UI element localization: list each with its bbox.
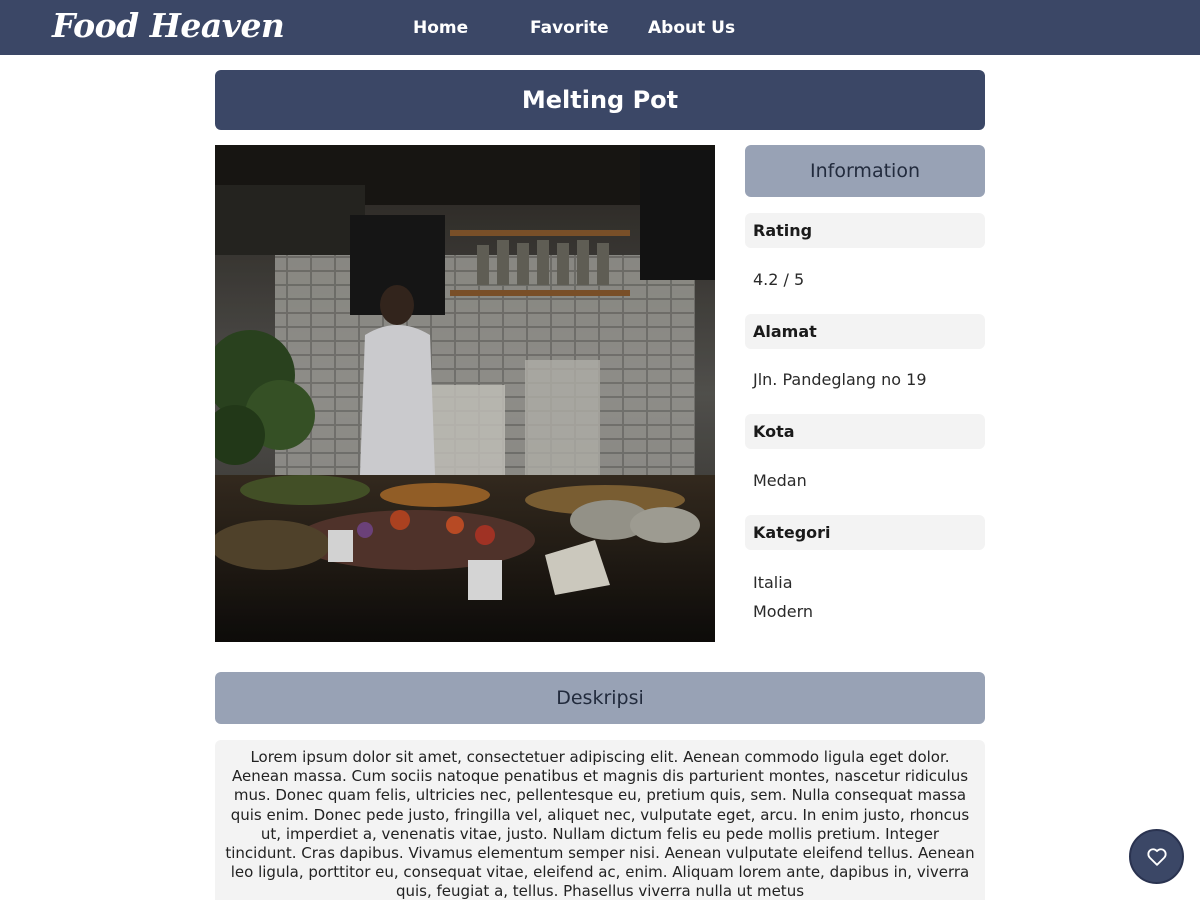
city-label: Kota bbox=[745, 414, 985, 449]
category-item: Italia bbox=[753, 573, 793, 592]
restaurant-photo bbox=[215, 145, 715, 642]
nav-home-link[interactable]: Home bbox=[413, 17, 468, 39]
category-label: Kategori bbox=[745, 515, 985, 550]
information-heading: Information bbox=[745, 145, 985, 197]
address-value: Jln. Pandeglang no 19 bbox=[753, 370, 927, 389]
heart-icon bbox=[1146, 847, 1167, 866]
address-label: Alamat bbox=[745, 314, 985, 349]
brand-logo[interactable]: Food Heaven bbox=[52, 6, 285, 45]
favorite-button[interactable] bbox=[1129, 829, 1184, 884]
rating-value: 4.2 / 5 bbox=[753, 270, 805, 289]
nav-about-link[interactable]: About Us bbox=[648, 17, 735, 39]
nav-favorite-link[interactable]: Favorite bbox=[530, 17, 609, 39]
description-text: Lorem ipsum dolor sit amet, consectetuer… bbox=[215, 740, 985, 900]
restaurant-title-bar: Melting Pot bbox=[215, 70, 985, 130]
description-heading-text: Deskripsi bbox=[556, 687, 644, 709]
city-value: Medan bbox=[753, 471, 807, 490]
top-navbar: Food Heaven Home Favorite About Us bbox=[0, 0, 1200, 55]
category-item: Modern bbox=[753, 602, 814, 621]
information-heading-text: Information bbox=[810, 160, 920, 182]
description-heading: Deskripsi bbox=[215, 672, 985, 724]
restaurant-photo-illustration bbox=[215, 145, 715, 642]
rating-label: Rating bbox=[745, 213, 985, 248]
restaurant-name: Melting Pot bbox=[521, 86, 679, 114]
